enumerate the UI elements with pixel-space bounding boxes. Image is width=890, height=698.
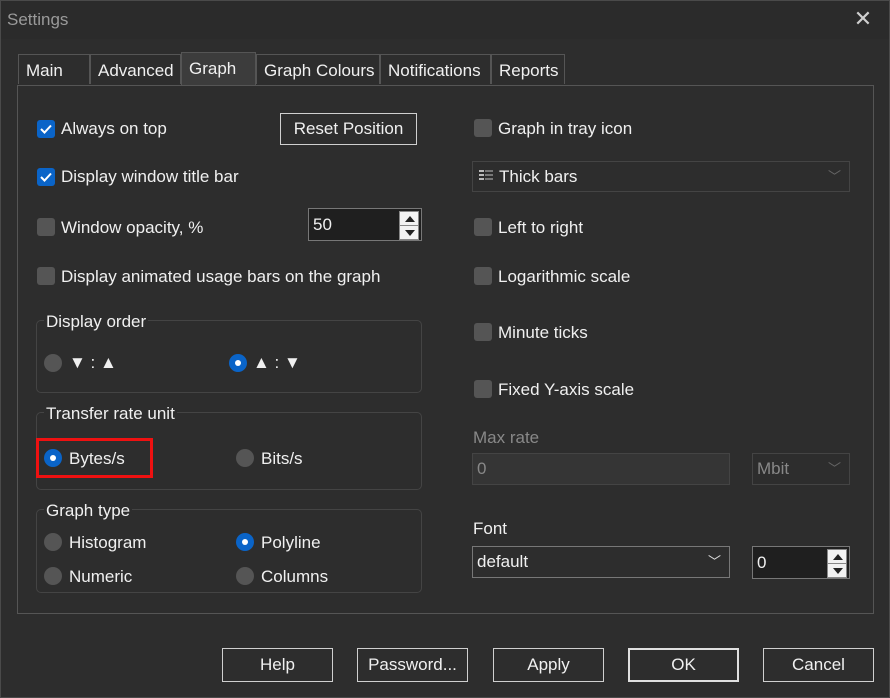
animated-bars-label: Display animated usage bars on the graph (61, 267, 381, 286)
numeric-label: Numeric (69, 567, 133, 586)
reset-position-button[interactable]: Reset Position (280, 113, 417, 145)
max-rate-label: Max rate (473, 428, 540, 447)
help-button[interactable]: Help (222, 648, 333, 682)
fixed-y-axis-label: Fixed Y-axis scale (498, 380, 635, 399)
window-opacity-label: Window opacity, % (61, 218, 204, 237)
opacity-up-button[interactable] (399, 211, 419, 226)
columns-radio[interactable] (236, 567, 254, 585)
bytes-per-second-radio[interactable] (44, 449, 62, 467)
tab-notifications[interactable]: Notifications (380, 54, 491, 84)
chevron-down-icon: ﹀ (707, 554, 721, 569)
histogram-label: Histogram (69, 533, 147, 552)
bits-per-second-radio[interactable] (236, 449, 254, 467)
bits-per-second-label: Bits/s (261, 449, 303, 468)
opacity-down-button[interactable] (399, 225, 419, 240)
polyline-radio[interactable] (236, 533, 254, 551)
bytes-per-second-label: Bytes/s (69, 449, 125, 468)
arrow-up-icon (405, 216, 415, 222)
close-icon[interactable]: ✕ (851, 7, 875, 31)
display-title-bar-checkbox[interactable] (37, 168, 55, 186)
order-up-down-label: ▲ : ▼ (253, 353, 301, 372)
max-rate-unit-dropdown[interactable]: Mbit ﹀ (752, 453, 850, 485)
cancel-button[interactable]: Cancel (763, 648, 874, 682)
arrow-down-icon (405, 230, 415, 236)
graph-settings-panel: Always on top Reset Position Display win… (17, 85, 874, 614)
graph-type-title: Graph type (44, 501, 133, 521)
apply-button[interactable]: Apply (493, 648, 604, 682)
display-order-title: Display order (44, 312, 149, 332)
title-bar: Settings ✕ (1, 1, 889, 39)
numeric-radio[interactable] (44, 567, 62, 585)
chevron-down-icon: ﹀ (827, 169, 841, 184)
animated-bars-checkbox[interactable] (37, 267, 55, 285)
tab-advanced[interactable]: Advanced (90, 54, 181, 84)
tab-graph-colours[interactable]: Graph Colours (256, 54, 380, 84)
bar-style-value: Thick bars (499, 167, 578, 186)
transfer-rate-title: Transfer rate unit (44, 404, 177, 424)
minute-ticks-checkbox[interactable] (474, 323, 492, 341)
order-down-up-label: ▼ : ▲ (69, 353, 117, 372)
settings-window: Settings ✕ Main Advanced Graph Graph Col… (0, 0, 890, 698)
polyline-label: Polyline (261, 533, 321, 552)
left-to-right-label: Left to right (498, 218, 584, 237)
tab-graph[interactable]: Graph (181, 52, 256, 86)
chevron-down-icon: ﹀ (827, 461, 841, 476)
fixed-y-axis-checkbox[interactable] (474, 380, 492, 398)
font-size-down-button[interactable] (827, 563, 847, 578)
display-title-bar-label: Display window title bar (61, 167, 239, 186)
checkmark-icon (40, 124, 52, 134)
font-label: Font (473, 519, 508, 538)
checkmark-icon (40, 172, 52, 182)
bar-style-dropdown[interactable]: Thick bars ﹀ (472, 161, 850, 192)
graph-tray-label: Graph in tray icon (498, 119, 633, 138)
always-on-top-label: Always on top (61, 119, 167, 138)
max-rate-input[interactable]: 0 (472, 453, 730, 485)
histogram-radio[interactable] (44, 533, 62, 551)
font-dropdown[interactable]: default ﹀ (472, 546, 730, 578)
ok-button[interactable]: OK (628, 648, 739, 682)
graph-tray-checkbox[interactable] (474, 119, 492, 137)
bars-icon (479, 170, 493, 180)
arrow-down-icon (833, 568, 843, 574)
order-up-down-radio[interactable] (229, 354, 247, 372)
left-to-right-checkbox[interactable] (474, 218, 492, 236)
font-size-value: 0 (757, 553, 767, 572)
order-down-up-radio[interactable] (44, 354, 62, 372)
columns-label: Columns (261, 567, 329, 586)
minute-ticks-label: Minute ticks (498, 323, 588, 342)
max-rate-value: 0 (477, 459, 487, 478)
arrow-up-icon (833, 554, 843, 560)
window-opacity-checkbox[interactable] (37, 218, 55, 236)
tab-main[interactable]: Main (18, 54, 90, 84)
tab-reports[interactable]: Reports (491, 54, 565, 84)
max-rate-unit-value: Mbit (757, 459, 790, 478)
logarithmic-scale-checkbox[interactable] (474, 267, 492, 285)
always-on-top-checkbox[interactable] (37, 120, 55, 138)
password-button[interactable]: Password... (357, 648, 468, 682)
font-value: default (477, 552, 529, 571)
logarithmic-scale-label: Logarithmic scale (498, 267, 631, 286)
window-title: Settings (7, 10, 69, 29)
window-opacity-value: 50 (313, 215, 332, 234)
font-size-up-button[interactable] (827, 549, 847, 564)
